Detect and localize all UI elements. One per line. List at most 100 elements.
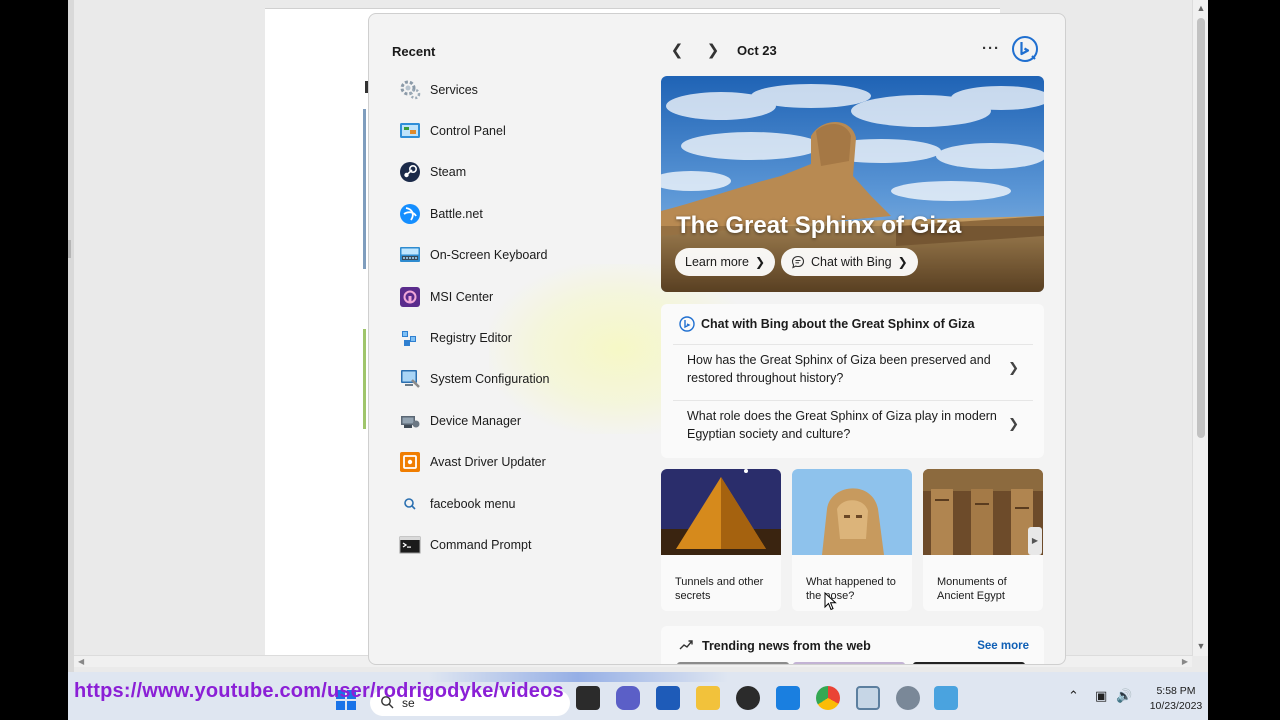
taskbar-clock[interactable]: 5:58 PM 10/23/2023	[1144, 684, 1208, 714]
command-prompt-icon	[399, 534, 421, 556]
hero-card[interactable]: The Great Sphinx of Giza Learn more ❯ Ch…	[661, 76, 1044, 292]
search-icon	[399, 493, 421, 515]
chat-question-text: How has the Great Sphinx of Giza been pr…	[687, 353, 991, 385]
trending-arrow-icon	[679, 638, 693, 657]
performance-monitor-icon[interactable]	[856, 686, 880, 710]
chrome-icon[interactable]	[816, 686, 840, 710]
hero-title: The Great Sphinx of Giza	[676, 212, 962, 239]
services-icon	[399, 79, 421, 101]
temple-columns-photo	[923, 469, 1043, 555]
more-options-icon[interactable]: ···	[980, 40, 1002, 58]
recent-item-steam[interactable]: Steam	[391, 152, 641, 193]
chat-with-bing-button[interactable]: Chat with Bing ❯	[781, 248, 918, 276]
next-day-chevron-icon[interactable]: ❯	[703, 42, 723, 60]
desktop: ▲ ▼ ◀ ▶ Recent Services Control Panel St…	[68, 0, 1208, 720]
chevron-right-icon: ❯	[1008, 416, 1019, 431]
avast-driver-updater-icon	[399, 451, 421, 473]
scroll-up-arrow-icon[interactable]: ▲	[1196, 3, 1206, 13]
recent-item-label: Avast Driver Updater	[430, 455, 546, 470]
news-thumb-2[interactable]	[793, 662, 905, 664]
quick-assist-icon[interactable]	[776, 686, 800, 710]
recent-item-label: Device Manager	[430, 413, 522, 428]
chat-card-title: Chat with Bing about the Great Sphinx of…	[701, 317, 975, 331]
recent-item-control-panel[interactable]: Control Panel	[391, 110, 641, 151]
scroll-left-arrow-icon[interactable]: ◀	[78, 656, 84, 668]
recent-item-label: MSI Center	[430, 289, 494, 304]
chevron-right-icon: ❯	[1008, 360, 1019, 375]
topic-card-tunnels[interactable]: Tunnels and other secrets	[661, 469, 781, 611]
volume-icon[interactable]: 🔊	[1116, 688, 1132, 704]
chat-with-bing-label: Chat with Bing	[811, 255, 892, 269]
chevron-right-icon: ❯	[897, 255, 908, 269]
clock-date: 10/23/2023	[1149, 700, 1203, 712]
recent-item-label: Steam	[430, 165, 467, 180]
control-panel-taskbar-icon[interactable]	[934, 686, 958, 710]
news-thumb-3[interactable]	[913, 662, 1025, 664]
recent-item-device-manager[interactable]: Device Manager	[391, 400, 641, 441]
topic-caption: Tunnels and other secrets	[675, 576, 764, 602]
vertical-scrollbar[interactable]: ▲ ▼	[1192, 0, 1208, 656]
pyramid-night-photo	[661, 469, 781, 555]
bing-chat-icon[interactable]	[1011, 35, 1039, 63]
recent-item-command-prompt[interactable]: Command Prompt	[391, 524, 641, 565]
control-panel-icon	[399, 120, 421, 142]
teams-chat-icon[interactable]	[616, 686, 640, 710]
recent-item-label: System Configuration	[430, 372, 550, 387]
task-view-icon[interactable]	[576, 686, 600, 710]
chat-question-2[interactable]: What role does the Great Sphinx of Giza …	[673, 400, 1033, 450]
recent-item-services[interactable]: Services	[391, 69, 641, 110]
news-thumb-1[interactable]	[677, 662, 789, 664]
recent-item-label: Services	[430, 82, 478, 97]
registry-editor-icon	[399, 327, 421, 349]
topic-caption: What happened to the nose?	[806, 576, 896, 602]
steam-icon	[399, 161, 421, 183]
recent-item-registry-editor[interactable]: Registry Editor	[391, 317, 641, 358]
recent-list: Services Control Panel Steam Battle.net	[391, 69, 641, 566]
recent-item-label: On-Screen Keyboard	[430, 248, 548, 263]
topic-card-nose[interactable]: What happened to the nose?	[792, 469, 912, 611]
chat-card-header: Chat with Bing about the Great Sphinx of…	[679, 316, 975, 332]
selection-bar	[363, 109, 366, 269]
scroll-down-arrow-icon[interactable]: ▼	[1196, 641, 1206, 651]
recent-item-label: Registry Editor	[430, 331, 512, 346]
recent-item-label: facebook menu	[430, 496, 516, 511]
learn-more-button[interactable]: Learn more ❯	[675, 248, 775, 276]
related-topics-carousel: Tunnels and other secrets What happened …	[661, 469, 1044, 611]
topic-card-monuments[interactable]: Monuments of Ancient Egypt	[923, 469, 1043, 611]
clock-time: 5:58 PM	[1156, 685, 1196, 697]
sphinx-face-photo	[792, 469, 912, 555]
recent-item-avast-driver-updater[interactable]: Avast Driver Updater	[391, 442, 641, 483]
scroll-right-arrow-icon[interactable]: ▶	[1182, 656, 1188, 668]
carousel-next-icon[interactable]: ▶	[1028, 527, 1042, 555]
recent-item-system-configuration[interactable]: System Configuration	[391, 359, 641, 400]
recent-item-msi-center[interactable]: MSI Center	[391, 276, 641, 317]
chat-question-1[interactable]: How has the Great Sphinx of Giza been pr…	[673, 344, 1033, 394]
start-menu: Recent Services Control Panel Steam Batt…	[368, 13, 1066, 665]
trending-news-section: Trending news from the web See more	[661, 626, 1044, 664]
file-explorer-icon[interactable]	[696, 686, 720, 710]
recent-heading: Recent	[392, 44, 436, 59]
battlenet-icon	[399, 203, 421, 225]
recent-item-battlenet[interactable]: Battle.net	[391, 193, 641, 234]
recent-item-label: Battle.net	[430, 206, 483, 221]
settings-gear-icon[interactable]	[896, 686, 920, 710]
bing-icon	[679, 316, 695, 332]
see-more-link[interactable]: See more	[977, 640, 1029, 652]
media-player-icon[interactable]	[736, 686, 760, 710]
network-icon[interactable]: ▣	[1095, 688, 1107, 704]
scrollbar-thumb[interactable]	[1197, 18, 1205, 438]
trending-title: Trending news from the web	[702, 639, 871, 653]
show-hidden-icons-chevron-icon[interactable]: ⌃	[1068, 688, 1079, 704]
recent-item-facebook-menu[interactable]: facebook menu	[391, 483, 641, 524]
msi-center-icon	[399, 286, 421, 308]
system-configuration-icon	[399, 368, 421, 390]
microsoft-store-icon[interactable]	[656, 686, 680, 710]
edge-marker	[68, 240, 71, 258]
topic-caption: Monuments of Ancient Egypt	[937, 576, 1007, 602]
current-date: Oct 23	[737, 43, 777, 58]
previous-day-chevron-icon[interactable]: ❮	[667, 42, 687, 60]
chat-with-bing-card: Chat with Bing about the Great Sphinx of…	[661, 304, 1044, 458]
chat-question-text: What role does the Great Sphinx of Giza …	[687, 409, 997, 441]
channel-url-overlay: https://www.youtube.com/user/rodrigodyke…	[74, 680, 564, 702]
recent-item-on-screen-keyboard[interactable]: On-Screen Keyboard	[391, 235, 641, 276]
